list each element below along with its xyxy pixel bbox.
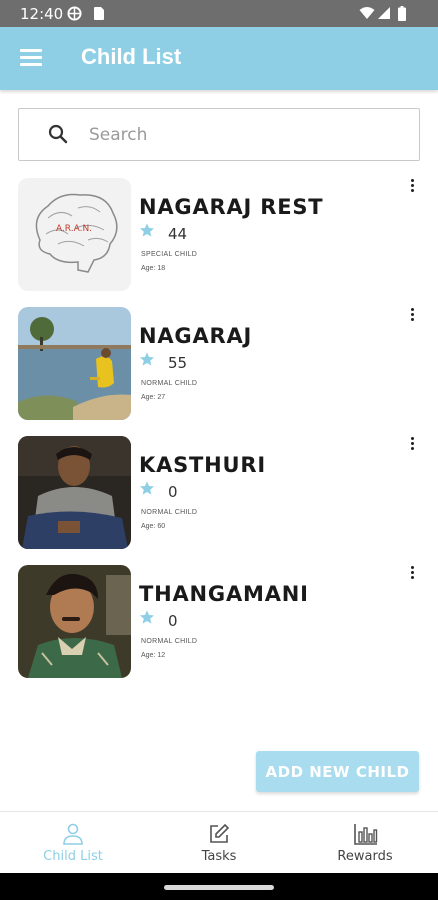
child-age: Age: 27 xyxy=(141,394,165,401)
home-gesture-handle[interactable] xyxy=(164,885,274,890)
app-bar: Child List xyxy=(0,27,438,90)
child-photo xyxy=(18,436,131,549)
child-age: Age: 12 xyxy=(141,652,165,659)
child-points: 0 xyxy=(168,612,178,630)
signal-icon xyxy=(378,7,390,19)
nav-item-rewards[interactable]: Rewards xyxy=(292,812,438,874)
more-options-icon[interactable] xyxy=(405,308,419,324)
more-options-icon[interactable] xyxy=(405,437,419,453)
child-type: NORMAL CHILD xyxy=(141,380,198,387)
child-points: 44 xyxy=(168,225,188,243)
child-photo: A.R.A.N. xyxy=(18,178,131,291)
search-input[interactable] xyxy=(89,117,399,153)
more-options-icon[interactable] xyxy=(405,179,419,195)
battery-icon xyxy=(398,6,406,21)
location-icon xyxy=(67,6,82,21)
star-icon xyxy=(140,223,154,237)
child-list-item[interactable]: THANGAMANI 0 NORMAL CHILD Age: 12 xyxy=(0,565,438,683)
child-type: NORMAL CHILD xyxy=(141,509,198,516)
svg-text:A.R.A.N.: A.R.A.N. xyxy=(56,224,92,234)
child-points: 0 xyxy=(168,483,178,501)
age-label: Age: xyxy=(141,652,156,659)
status-time: 12:40 xyxy=(20,5,64,23)
child-type: NORMAL CHILD xyxy=(141,638,198,645)
age-value: 60 xyxy=(157,523,166,530)
child-name: NAGARAJ xyxy=(139,324,253,348)
bottom-navigation: Child List Tasks Rewards xyxy=(0,811,438,873)
age-value: 18 xyxy=(157,265,166,272)
child-name: NAGARAJ REST xyxy=(139,195,324,219)
age-value: 12 xyxy=(157,652,166,659)
nav-label: Tasks xyxy=(201,849,237,864)
star-icon xyxy=(140,352,154,366)
page-title: Child List xyxy=(81,44,182,69)
child-list-item[interactable]: KASTHURI 0 NORMAL CHILD Age: 60 xyxy=(0,436,438,554)
nav-item-child-list[interactable]: Child List xyxy=(0,812,146,874)
wifi-icon xyxy=(359,7,375,19)
status-bar: 12:40 xyxy=(0,0,438,27)
nav-item-tasks[interactable]: Tasks xyxy=(146,812,292,874)
age-label: Age: xyxy=(141,523,156,530)
add-new-child-button[interactable]: ADD NEW CHILD xyxy=(256,751,419,792)
bar-chart-icon xyxy=(354,824,378,845)
child-type: SPECIAL CHILD xyxy=(141,251,198,258)
system-navigation-bar xyxy=(0,873,438,900)
hamburger-menu-icon[interactable] xyxy=(20,49,42,67)
star-icon xyxy=(140,481,154,495)
sim-card-icon xyxy=(94,7,104,20)
star-icon xyxy=(140,610,154,624)
age-label: Age: xyxy=(141,394,156,401)
search-icon xyxy=(48,124,68,144)
child-list-item[interactable]: A.R.A.N. NAGARAJ REST 44 SPECIAL CHILD A… xyxy=(0,178,438,296)
nav-label: Rewards xyxy=(337,849,393,864)
child-list-item[interactable]: NAGARAJ 55 NORMAL CHILD Age: 27 xyxy=(0,307,438,425)
child-photo xyxy=(18,565,131,678)
nav-label: Child List xyxy=(43,849,103,864)
more-options-icon[interactable] xyxy=(405,566,419,582)
child-name: KASTHURI xyxy=(139,453,266,477)
search-bar[interactable] xyxy=(18,108,420,161)
person-icon xyxy=(63,823,83,845)
child-points: 55 xyxy=(168,354,188,372)
child-age: Age: 60 xyxy=(141,523,165,530)
age-label: Age: xyxy=(141,265,156,272)
age-value: 27 xyxy=(157,394,166,401)
child-photo xyxy=(18,307,131,420)
edit-icon xyxy=(210,823,230,843)
child-age: Age: 18 xyxy=(141,265,165,272)
child-name: THANGAMANI xyxy=(139,582,309,606)
